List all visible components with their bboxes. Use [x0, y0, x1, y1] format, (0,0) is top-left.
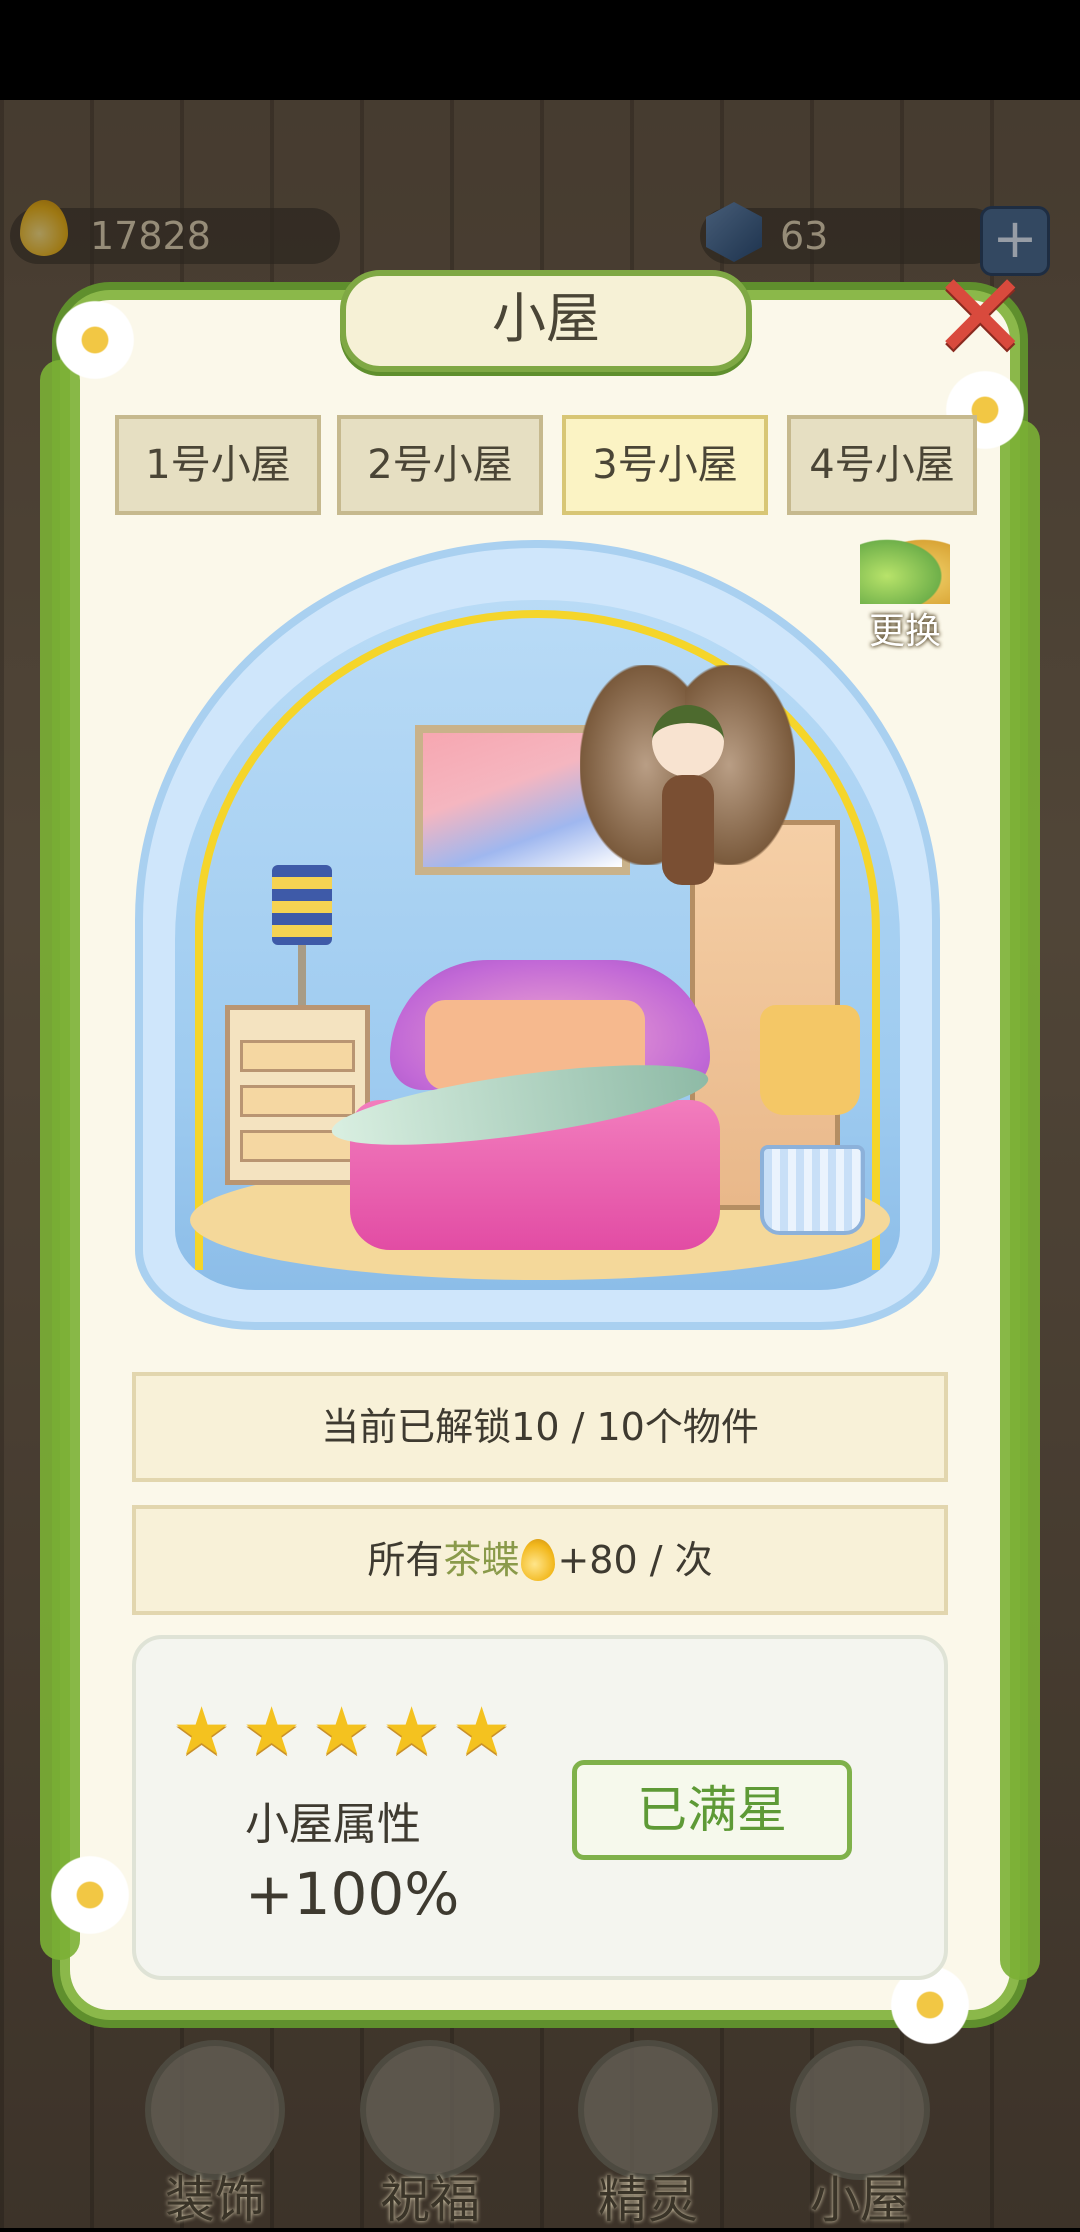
- nightstand: [225, 1005, 370, 1185]
- vine-right-decoration: [1000, 420, 1040, 1980]
- handbag-icon: [760, 1005, 860, 1115]
- house-icon: [790, 2040, 930, 2180]
- fairy-head: [652, 705, 724, 777]
- daisy-icon: [45, 1850, 135, 1940]
- butterfly-icon: [860, 534, 950, 604]
- nav-label: 装饰: [165, 2171, 265, 2229]
- status-bar: [0, 0, 1080, 100]
- attribute-value: +100%: [245, 1860, 460, 1928]
- lamp-stand: [298, 945, 306, 1005]
- nav-label: 祝福: [380, 2171, 480, 2229]
- star-icon: ★: [172, 1693, 232, 1770]
- swap-label: 更换: [868, 611, 941, 652]
- nav-decor[interactable]: 装饰: [135, 2040, 295, 2229]
- max-star-button[interactable]: 已满星: [572, 1760, 852, 1860]
- dialog-title: 小屋: [340, 270, 752, 372]
- tab-house-2[interactable]: 2号小屋: [337, 415, 543, 515]
- plant-icon: [145, 2040, 285, 2180]
- drawer: [240, 1040, 355, 1072]
- nav-label: 精灵: [598, 2171, 698, 2229]
- nav-house[interactable]: 小屋: [780, 2040, 940, 2229]
- attribute-label: 小屋属性: [245, 1799, 421, 1850]
- fairy-character[interactable]: [580, 665, 795, 915]
- close-button[interactable]: ✕: [930, 258, 1031, 378]
- unlock-progress: 当前已解锁10 / 10个物件: [132, 1372, 948, 1482]
- bonus-info: 所有茶蝶 +80 / 次: [132, 1505, 948, 1615]
- tab-house-3[interactable]: 3号小屋: [562, 415, 768, 515]
- nav-label: 小屋: [810, 2171, 910, 2229]
- drawer: [240, 1085, 355, 1117]
- lamp-icon: [272, 865, 332, 945]
- bonus-prefix: 所有: [367, 1538, 444, 1582]
- star-icon: ★: [242, 1693, 302, 1770]
- star-icon: ★: [452, 1693, 512, 1770]
- drop-currency-icon: [521, 1539, 556, 1581]
- nav-blessing[interactable]: 祝福: [350, 2040, 510, 2229]
- fairy-icon: [578, 2040, 718, 2180]
- vine-left-decoration: [40, 360, 80, 1960]
- swap-button[interactable]: 更换: [840, 530, 970, 660]
- fairy-body: [662, 775, 714, 885]
- daisy-icon: [50, 295, 140, 385]
- tab-house-1[interactable]: 1号小屋: [115, 415, 321, 515]
- basket-icon: [760, 1145, 865, 1235]
- bonus-suffix: +80 / 次: [557, 1538, 713, 1582]
- star-icon: ★: [382, 1693, 442, 1770]
- blessing-icon: [360, 2040, 500, 2180]
- nav-fairy[interactable]: 精灵: [568, 2040, 728, 2229]
- bonus-highlight: 茶蝶: [443, 1538, 520, 1582]
- star-icon: ★: [312, 1693, 372, 1770]
- tab-house-4[interactable]: 4号小屋: [787, 415, 977, 515]
